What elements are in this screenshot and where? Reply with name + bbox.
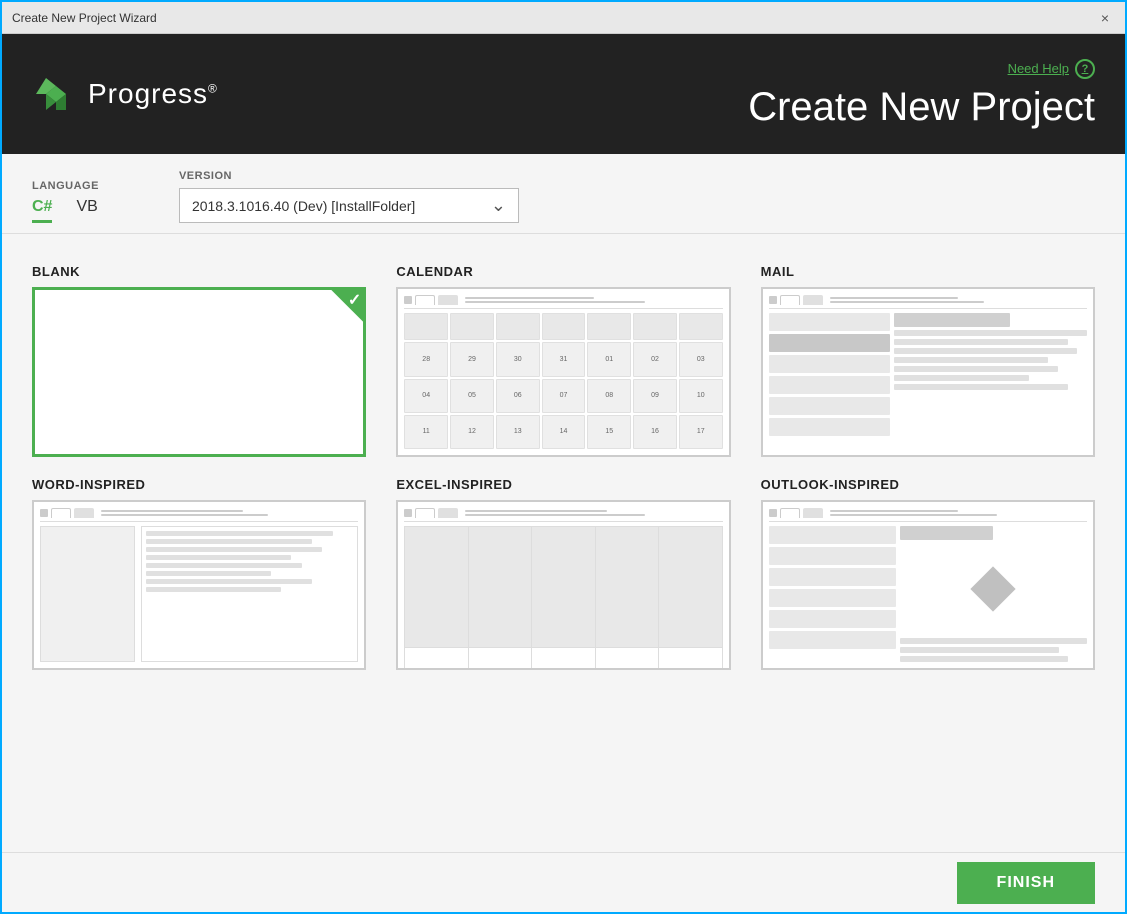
template-outlook-card[interactable]: [761, 500, 1095, 670]
footer: FINISH: [2, 852, 1125, 912]
cal-toolbar-icon: [404, 296, 412, 304]
title-bar-text: Create New Project Wizard: [12, 11, 157, 25]
version-dropdown[interactable]: 2018.3.1016.40 (Dev) [InstallFolder] ⌄: [179, 188, 519, 223]
logo-text: Progress®: [88, 78, 218, 110]
excel-toolbar-icon: [404, 509, 412, 517]
template-blank-label: BLANK: [32, 264, 366, 279]
tab-vb[interactable]: VB: [76, 198, 97, 223]
excel-preview: [398, 502, 728, 668]
template-blank: BLANK ✓: [32, 264, 366, 457]
template-mail: MAIL: [761, 264, 1095, 457]
blank-preview: [35, 290, 363, 454]
logo-area: Progress®: [32, 72, 218, 116]
version-label: VERSION: [179, 170, 519, 182]
header-right: Need Help ? Create New Project: [748, 59, 1095, 130]
template-outlook-label: OUTLOOK-INSPIRED: [761, 477, 1095, 492]
templates-grid: BLANK ✓ CALENDAR: [2, 234, 1125, 852]
finish-button[interactable]: FINISH: [957, 862, 1095, 904]
template-calendar: CALENDAR: [396, 264, 730, 457]
mail-toolbar-icon: [769, 296, 777, 304]
template-excel-label: EXCEL-INSPIRED: [396, 477, 730, 492]
word-toolbar-icon: [40, 509, 48, 517]
language-control: LANGUAGE C# VB: [32, 180, 99, 223]
calendar-preview: 28 29 30 31 01 02 03 04 05 06 07 08 09 1…: [398, 289, 728, 455]
header: Progress® Need Help ? Create New Project: [2, 34, 1125, 154]
controls-area: LANGUAGE C# VB VERSION 2018.3.1016.40 (D…: [2, 154, 1125, 234]
template-calendar-card[interactable]: 28 29 30 31 01 02 03 04 05 06 07 08 09 1…: [396, 287, 730, 457]
template-mail-label: MAIL: [761, 264, 1095, 279]
template-word-inspired: WORD-INSPIRED: [32, 477, 366, 670]
template-excel-card[interactable]: [396, 500, 730, 670]
progress-logo-icon: [32, 72, 76, 116]
outlook-diamond-icon: [971, 566, 1016, 611]
outlook-preview: [763, 502, 1093, 668]
template-word-label: WORD-INSPIRED: [32, 477, 366, 492]
mail-preview: [763, 289, 1093, 455]
dropdown-arrow-icon: ⌄: [491, 195, 506, 216]
page-title: Create New Project: [748, 85, 1095, 130]
language-tabs: C# VB: [32, 198, 99, 223]
template-outlook-inspired: OUTLOOK-INSPIRED: [761, 477, 1095, 670]
help-icon[interactable]: ?: [1075, 59, 1095, 79]
template-calendar-label: CALENDAR: [396, 264, 730, 279]
close-button[interactable]: ×: [1095, 8, 1115, 28]
tab-csharp[interactable]: C#: [32, 198, 52, 223]
template-blank-card[interactable]: ✓: [32, 287, 366, 457]
outlook-toolbar-icon: [769, 509, 777, 517]
version-control: VERSION 2018.3.1016.40 (Dev) [InstallFol…: [179, 170, 519, 223]
template-mail-card[interactable]: [761, 287, 1095, 457]
language-label: LANGUAGE: [32, 180, 99, 192]
need-help-link[interactable]: Need Help ?: [1008, 59, 1095, 79]
title-bar: Create New Project Wizard ×: [2, 2, 1125, 34]
template-word-card[interactable]: [32, 500, 366, 670]
word-preview: [34, 502, 364, 668]
template-excel-inspired: EXCEL-INSPIRED: [396, 477, 730, 670]
